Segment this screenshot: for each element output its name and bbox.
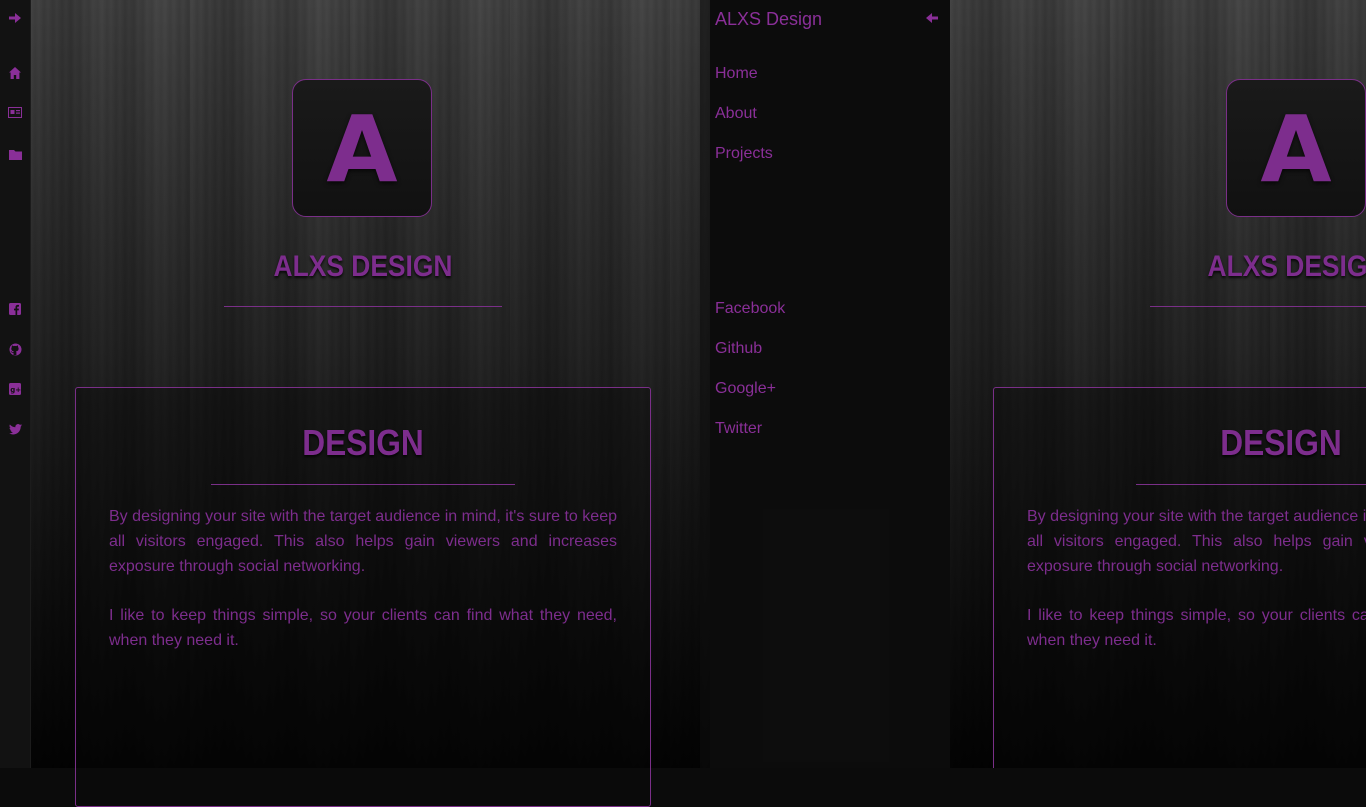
nav-item-github[interactable]: Github [715,340,762,358]
google-plus-icon[interactable]: g+ [0,379,30,399]
card-title: DESIGN [110,422,615,464]
facebook-icon[interactable] [0,299,30,319]
nav-item-home[interactable]: Home [715,65,758,83]
arrow-right-icon[interactable] [0,8,30,28]
github-icon[interactable] [0,339,30,359]
folder-icon[interactable] [0,144,30,164]
arrow-left-icon[interactable] [924,10,940,26]
home-icon[interactable] [0,63,30,83]
right-preview: A ALXS DESIGN DESIGN By designing your s… [950,0,1366,768]
logo-letter: A [1260,104,1331,196]
twitter-icon[interactable] [0,419,30,439]
nav-item-about[interactable]: About [715,105,757,123]
card-paragraph: By designing your site with the target a… [1027,504,1366,579]
id-card-icon[interactable] [0,102,30,122]
card-divider [211,484,515,485]
nav-item-projects[interactable]: Projects [715,145,773,163]
title-divider [224,306,502,307]
svg-text:g+: g+ [10,386,21,394]
logo: A [1226,79,1366,217]
title-divider [1150,306,1366,307]
icon-sidebar: g+ [0,0,31,768]
nav-item-twitter[interactable]: Twitter [715,420,762,438]
logo: A [292,79,432,217]
card-paragraph: I like to keep things simple, so your cl… [109,603,617,653]
card-divider [1136,484,1366,485]
design-card: DESIGN By designing your site with the t… [75,387,651,807]
site-title: ALXS DESIGN [1121,250,1366,284]
card-paragraph: By designing your site with the target a… [109,504,617,579]
main-content: A ALXS DESIGN DESIGN By designing your s… [30,0,710,768]
card-title: DESIGN [1028,422,1366,464]
logo-letter: A [326,104,397,196]
nav-item-google-plus[interactable]: Google+ [715,380,776,398]
nav-drawer: ALXS Design Home About Projects Facebook… [700,0,950,768]
card-paragraph: I like to keep things simple, so your cl… [1027,603,1366,653]
site-title: ALXS DESIGN [187,250,539,284]
nav-brand[interactable]: ALXS Design [715,9,822,30]
design-card: DESIGN By designing your site with the t… [993,387,1366,768]
nav-item-facebook[interactable]: Facebook [715,300,785,318]
